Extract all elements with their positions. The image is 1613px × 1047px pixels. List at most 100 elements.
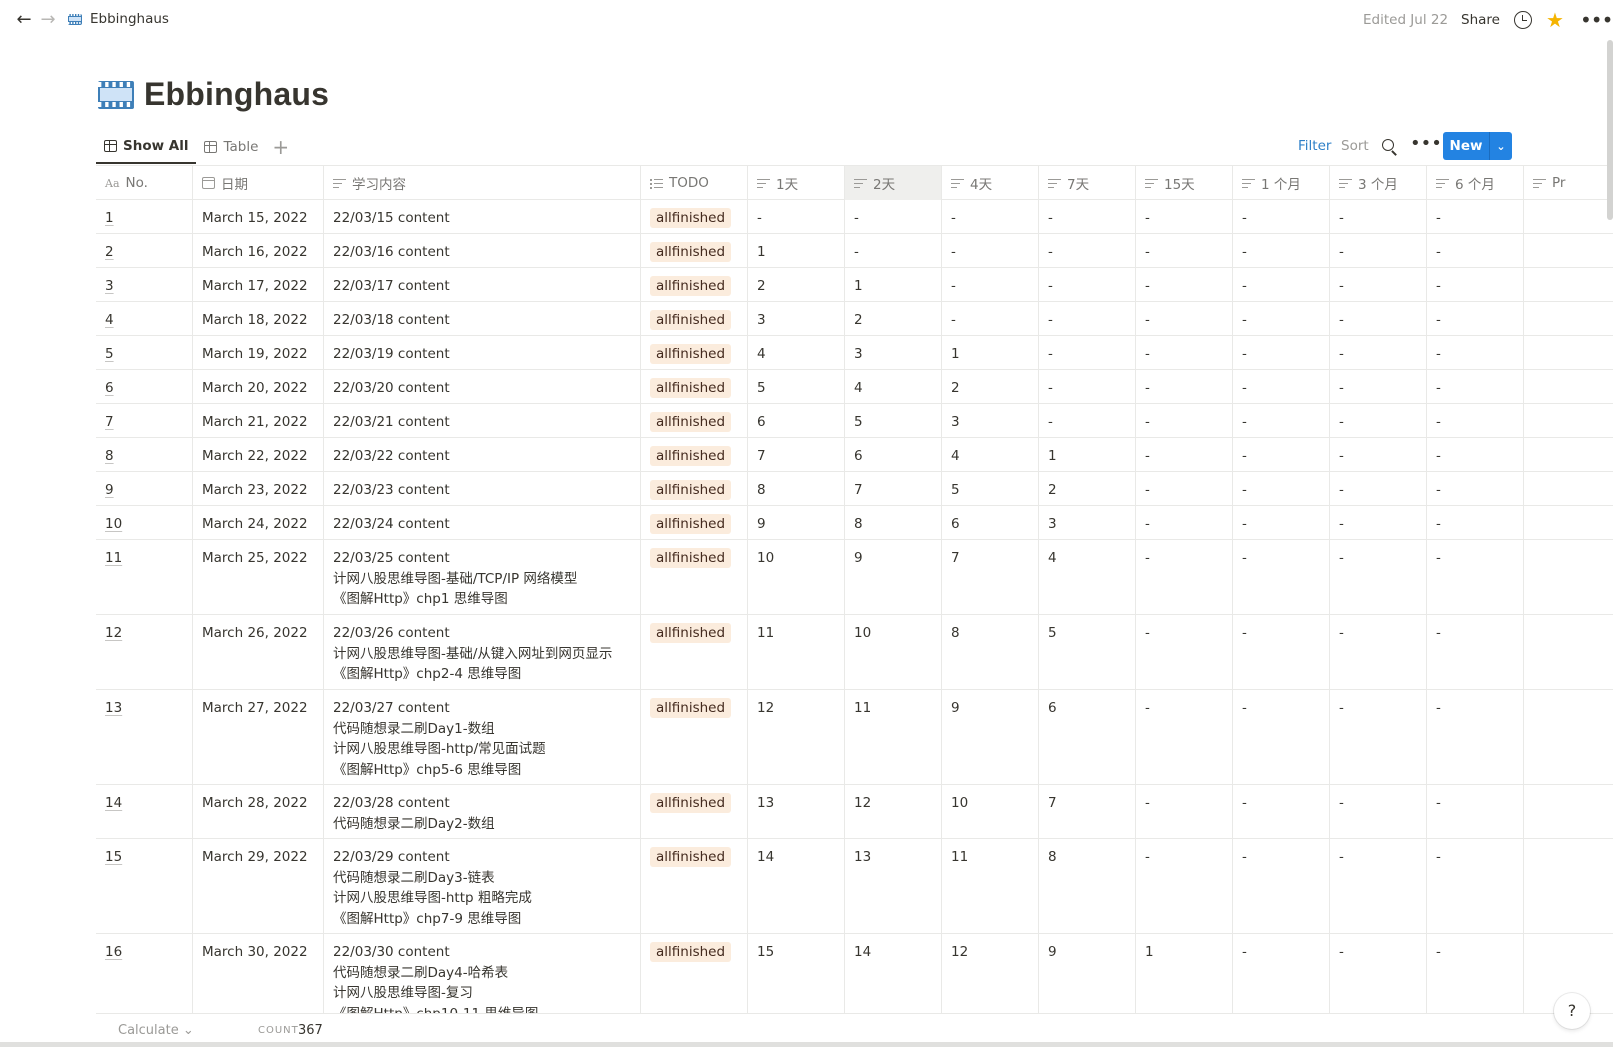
- cell-m1[interactable]: -: [1233, 336, 1330, 369]
- column-header-date[interactable]: 日期: [193, 166, 324, 200]
- arrow-left-icon[interactable]: ←: [14, 10, 34, 30]
- cell-pr[interactable]: [1524, 785, 1613, 838]
- cell-m3[interactable]: -: [1330, 934, 1427, 1013]
- table-row[interactable]: 1 March 15, 2022 22/03/15 content allfinish…: [96, 200, 1613, 234]
- vertical-scrollbar[interactable]: [1607, 40, 1613, 220]
- cell-m3[interactable]: -: [1330, 336, 1427, 369]
- cell-m6[interactable]: -: [1427, 302, 1524, 335]
- cell-d2[interactable]: 8: [845, 506, 942, 539]
- add-view-icon[interactable]: +: [272, 135, 289, 159]
- cell-date[interactable]: March 28, 2022: [193, 785, 324, 838]
- cell-no[interactable]: 15: [96, 839, 193, 933]
- cell-d4[interactable]: 7: [942, 540, 1039, 614]
- cell-no[interactable]: 7: [96, 404, 193, 437]
- cell-m6[interactable]: -: [1427, 404, 1524, 437]
- cell-d1[interactable]: 14: [748, 839, 845, 933]
- cell-d15[interactable]: -: [1136, 268, 1233, 301]
- row-title[interactable]: 7: [105, 414, 114, 430]
- cell-date[interactable]: March 19, 2022: [193, 336, 324, 369]
- cell-todo[interactable]: allfinished: [641, 785, 748, 838]
- cell-m1[interactable]: -: [1233, 234, 1330, 267]
- search-icon[interactable]: [1382, 139, 1394, 151]
- cell-d1[interactable]: 1: [748, 234, 845, 267]
- cell-d1[interactable]: 13: [748, 785, 845, 838]
- row-title[interactable]: 13: [105, 700, 122, 716]
- cell-m3[interactable]: -: [1330, 615, 1427, 689]
- cell-m1[interactable]: -: [1233, 934, 1330, 1013]
- cell-m3[interactable]: -: [1330, 472, 1427, 505]
- column-header-no[interactable]: Aa No.: [96, 166, 193, 200]
- cell-d2[interactable]: 3: [845, 336, 942, 369]
- cell-todo[interactable]: allfinished: [641, 336, 748, 369]
- cell-date[interactable]: March 24, 2022: [193, 506, 324, 539]
- cell-m6[interactable]: -: [1427, 785, 1524, 838]
- cell-d2[interactable]: 9: [845, 540, 942, 614]
- column-header-m1[interactable]: 1 个月: [1233, 166, 1330, 200]
- cell-d4[interactable]: 8: [942, 615, 1039, 689]
- row-title[interactable]: 16: [105, 944, 122, 960]
- cell-pr[interactable]: [1524, 438, 1613, 471]
- cell-m6[interactable]: -: [1427, 234, 1524, 267]
- row-title[interactable]: 10: [105, 516, 122, 532]
- cell-d2[interactable]: 4: [845, 370, 942, 403]
- cell-pr[interactable]: [1524, 370, 1613, 403]
- cell-date[interactable]: March 22, 2022: [193, 438, 324, 471]
- filter-button[interactable]: Filter: [1298, 132, 1331, 160]
- table-row[interactable]: 12 March 26, 2022 22/03/26 content 计网八股思维导图…: [96, 615, 1613, 690]
- cell-date[interactable]: March 15, 2022: [193, 200, 324, 233]
- cell-pr[interactable]: [1524, 839, 1613, 933]
- star-icon[interactable]: ★: [1546, 8, 1564, 32]
- row-title[interactable]: 9: [105, 482, 114, 498]
- cell-d15[interactable]: -: [1136, 234, 1233, 267]
- cell-date[interactable]: March 16, 2022: [193, 234, 324, 267]
- cell-d7[interactable]: 5: [1039, 615, 1136, 689]
- cell-content[interactable]: 22/03/19 content: [324, 336, 641, 369]
- cell-d15[interactable]: -: [1136, 839, 1233, 933]
- cell-content[interactable]: 22/03/20 content: [324, 370, 641, 403]
- row-title[interactable]: 8: [105, 448, 114, 464]
- cell-d4[interactable]: 5: [942, 472, 1039, 505]
- cell-m1[interactable]: -: [1233, 506, 1330, 539]
- cell-d2[interactable]: 14: [845, 934, 942, 1013]
- cell-m3[interactable]: -: [1330, 690, 1427, 784]
- cell-d2[interactable]: 2: [845, 302, 942, 335]
- film-icon[interactable]: [98, 80, 134, 109]
- cell-content[interactable]: 22/03/29 content 代码随想录二刷Day3-链表 计网八股思维导图-h…: [324, 839, 641, 933]
- cell-pr[interactable]: [1524, 200, 1613, 233]
- more-icon[interactable]: •••: [1410, 129, 1442, 157]
- column-header-pr[interactable]: Pr: [1524, 166, 1613, 200]
- cell-m6[interactable]: -: [1427, 472, 1524, 505]
- row-title[interactable]: 14: [105, 795, 122, 811]
- cell-d1[interactable]: 5: [748, 370, 845, 403]
- cell-d1[interactable]: -: [748, 200, 845, 233]
- row-title[interactable]: 6: [105, 380, 114, 396]
- cell-d4[interactable]: -: [942, 234, 1039, 267]
- cell-d15[interactable]: -: [1136, 690, 1233, 784]
- cell-d7[interactable]: 3: [1039, 506, 1136, 539]
- calculate-menu[interactable]: Calculate ⌄: [118, 1023, 194, 1038]
- chevron-down-icon[interactable]: ⌄: [1490, 140, 1512, 153]
- cell-content[interactable]: 22/03/21 content: [324, 404, 641, 437]
- cell-d4[interactable]: 2: [942, 370, 1039, 403]
- cell-todo[interactable]: allfinished: [641, 839, 748, 933]
- cell-m3[interactable]: -: [1330, 839, 1427, 933]
- cell-m6[interactable]: -: [1427, 200, 1524, 233]
- cell-todo[interactable]: allfinished: [641, 404, 748, 437]
- cell-m3[interactable]: -: [1330, 785, 1427, 838]
- cell-d7[interactable]: -: [1039, 234, 1136, 267]
- cell-todo[interactable]: allfinished: [641, 302, 748, 335]
- cell-d7[interactable]: 6: [1039, 690, 1136, 784]
- cell-m3[interactable]: -: [1330, 404, 1427, 437]
- column-header-todo[interactable]: TODO: [641, 166, 748, 200]
- cell-m3[interactable]: -: [1330, 506, 1427, 539]
- cell-d15[interactable]: -: [1136, 302, 1233, 335]
- cell-m3[interactable]: -: [1330, 438, 1427, 471]
- cell-d7[interactable]: -: [1039, 404, 1136, 437]
- cell-d1[interactable]: 12: [748, 690, 845, 784]
- cell-pr[interactable]: [1524, 615, 1613, 689]
- cell-d2[interactable]: 1: [845, 268, 942, 301]
- cell-content[interactable]: 22/03/23 content: [324, 472, 641, 505]
- row-title[interactable]: 11: [105, 550, 122, 566]
- cell-d4[interactable]: 11: [942, 839, 1039, 933]
- cell-pr[interactable]: [1524, 472, 1613, 505]
